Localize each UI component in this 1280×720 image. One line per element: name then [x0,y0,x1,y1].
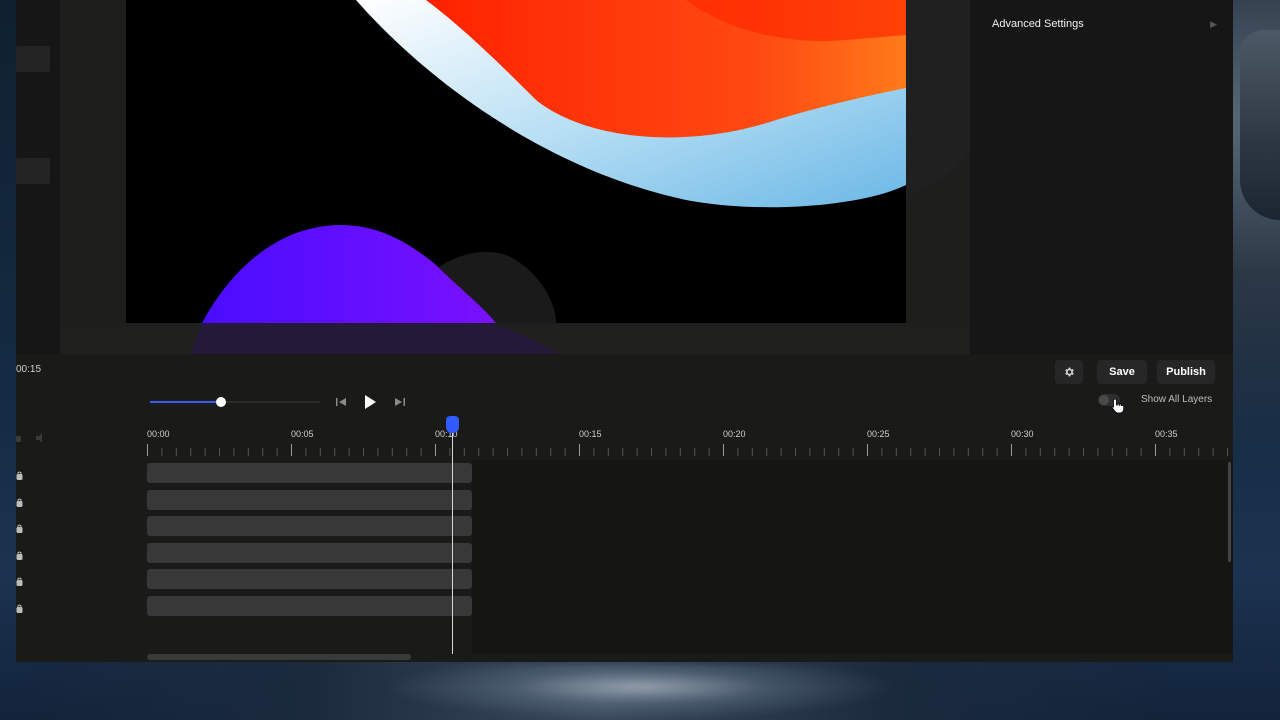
settings-button[interactable] [1055,360,1083,384]
timeline-vertical-scrollbar[interactable] [1228,462,1231,562]
layer-visibility-icon[interactable] [16,468,24,480]
publish-button[interactable]: Publish [1157,360,1215,384]
skip-back-button[interactable] [333,393,349,411]
lock-icon [16,436,21,442]
artwork [202,0,906,323]
scrubber-knob[interactable] [216,397,227,407]
toggle-knob [1099,395,1109,405]
sidebar-block[interactable] [16,158,50,184]
ruler-tick-label: 00:25 [867,429,890,439]
layer-visibility-icon[interactable] [16,574,24,586]
advanced-settings-row[interactable]: Advanced Settings ▶ [992,14,1217,34]
play-button[interactable] [361,393,379,411]
canvas-stage [60,0,970,354]
ruler-tick-label: 00:05 [291,429,314,439]
sidebar-block[interactable] [16,46,50,72]
play-icon [365,395,376,409]
track-clip[interactable] [147,542,472,563]
ruler-tick-label: 00:15 [579,429,602,439]
save-button[interactable]: Save [1097,360,1147,384]
timeline-tracks [147,460,1233,660]
ruler-tick-label: 00:00 [147,429,170,439]
ruler-tick-label: 00:30 [1011,429,1034,439]
track-clip[interactable] [147,595,472,616]
track-area-shade [472,460,1233,654]
ruler-ticks [147,444,1228,456]
track-clip[interactable] [147,569,472,589]
canvas-bottom-overlay [60,323,970,354]
chevron-right-icon: ▶ [1210,18,1217,29]
layer-visibility-icon[interactable] [16,548,24,560]
skip-back-icon [336,398,346,406]
advanced-settings-label: Advanced Settings [992,18,1084,30]
current-time-readout: 00:15 [16,364,42,375]
skip-forward-button[interactable] [392,393,408,411]
layer-visibility-icon[interactable] [16,601,24,613]
track-clip[interactable] [147,516,472,536]
timeline-ruler[interactable]: 00:00 00:05 00:10 00:15 00:20 00:25 00:30 00:35 [147,426,1233,458]
wallpaper-surf [380,665,900,720]
left-sidebar [16,0,60,354]
ruler-tick-label: 00:35 [1155,429,1178,439]
hand-cursor-icon [1111,398,1125,414]
skip-forward-icon [395,398,405,406]
playback-scrubber[interactable] [150,396,320,408]
layer-visibility-icon[interactable] [16,495,24,507]
volume-icon [36,433,42,443]
gear-icon [1065,367,1074,377]
show-all-layers-label: Show All Layers [1141,394,1213,405]
layer-visibility-icon[interactable] [16,521,24,533]
scrubber-fill [150,401,222,403]
ruler-tick-label: 00:20 [723,429,746,439]
track-clip[interactable] [147,463,472,483]
artboard[interactable] [126,0,906,323]
playhead-handle[interactable] [446,416,459,433]
playhead-line [452,432,453,654]
track-clip[interactable] [147,489,472,510]
wallpaper-rock [1240,30,1280,220]
properties-panel: Advanced Settings ▶ [970,0,1233,354]
timeline-horizontal-scrollbar[interactable] [147,654,411,660]
timeline-header-icons [16,433,42,443]
editor-window: Advanced Settings ▶ 00:15 Save Publish S… [16,0,1233,662]
